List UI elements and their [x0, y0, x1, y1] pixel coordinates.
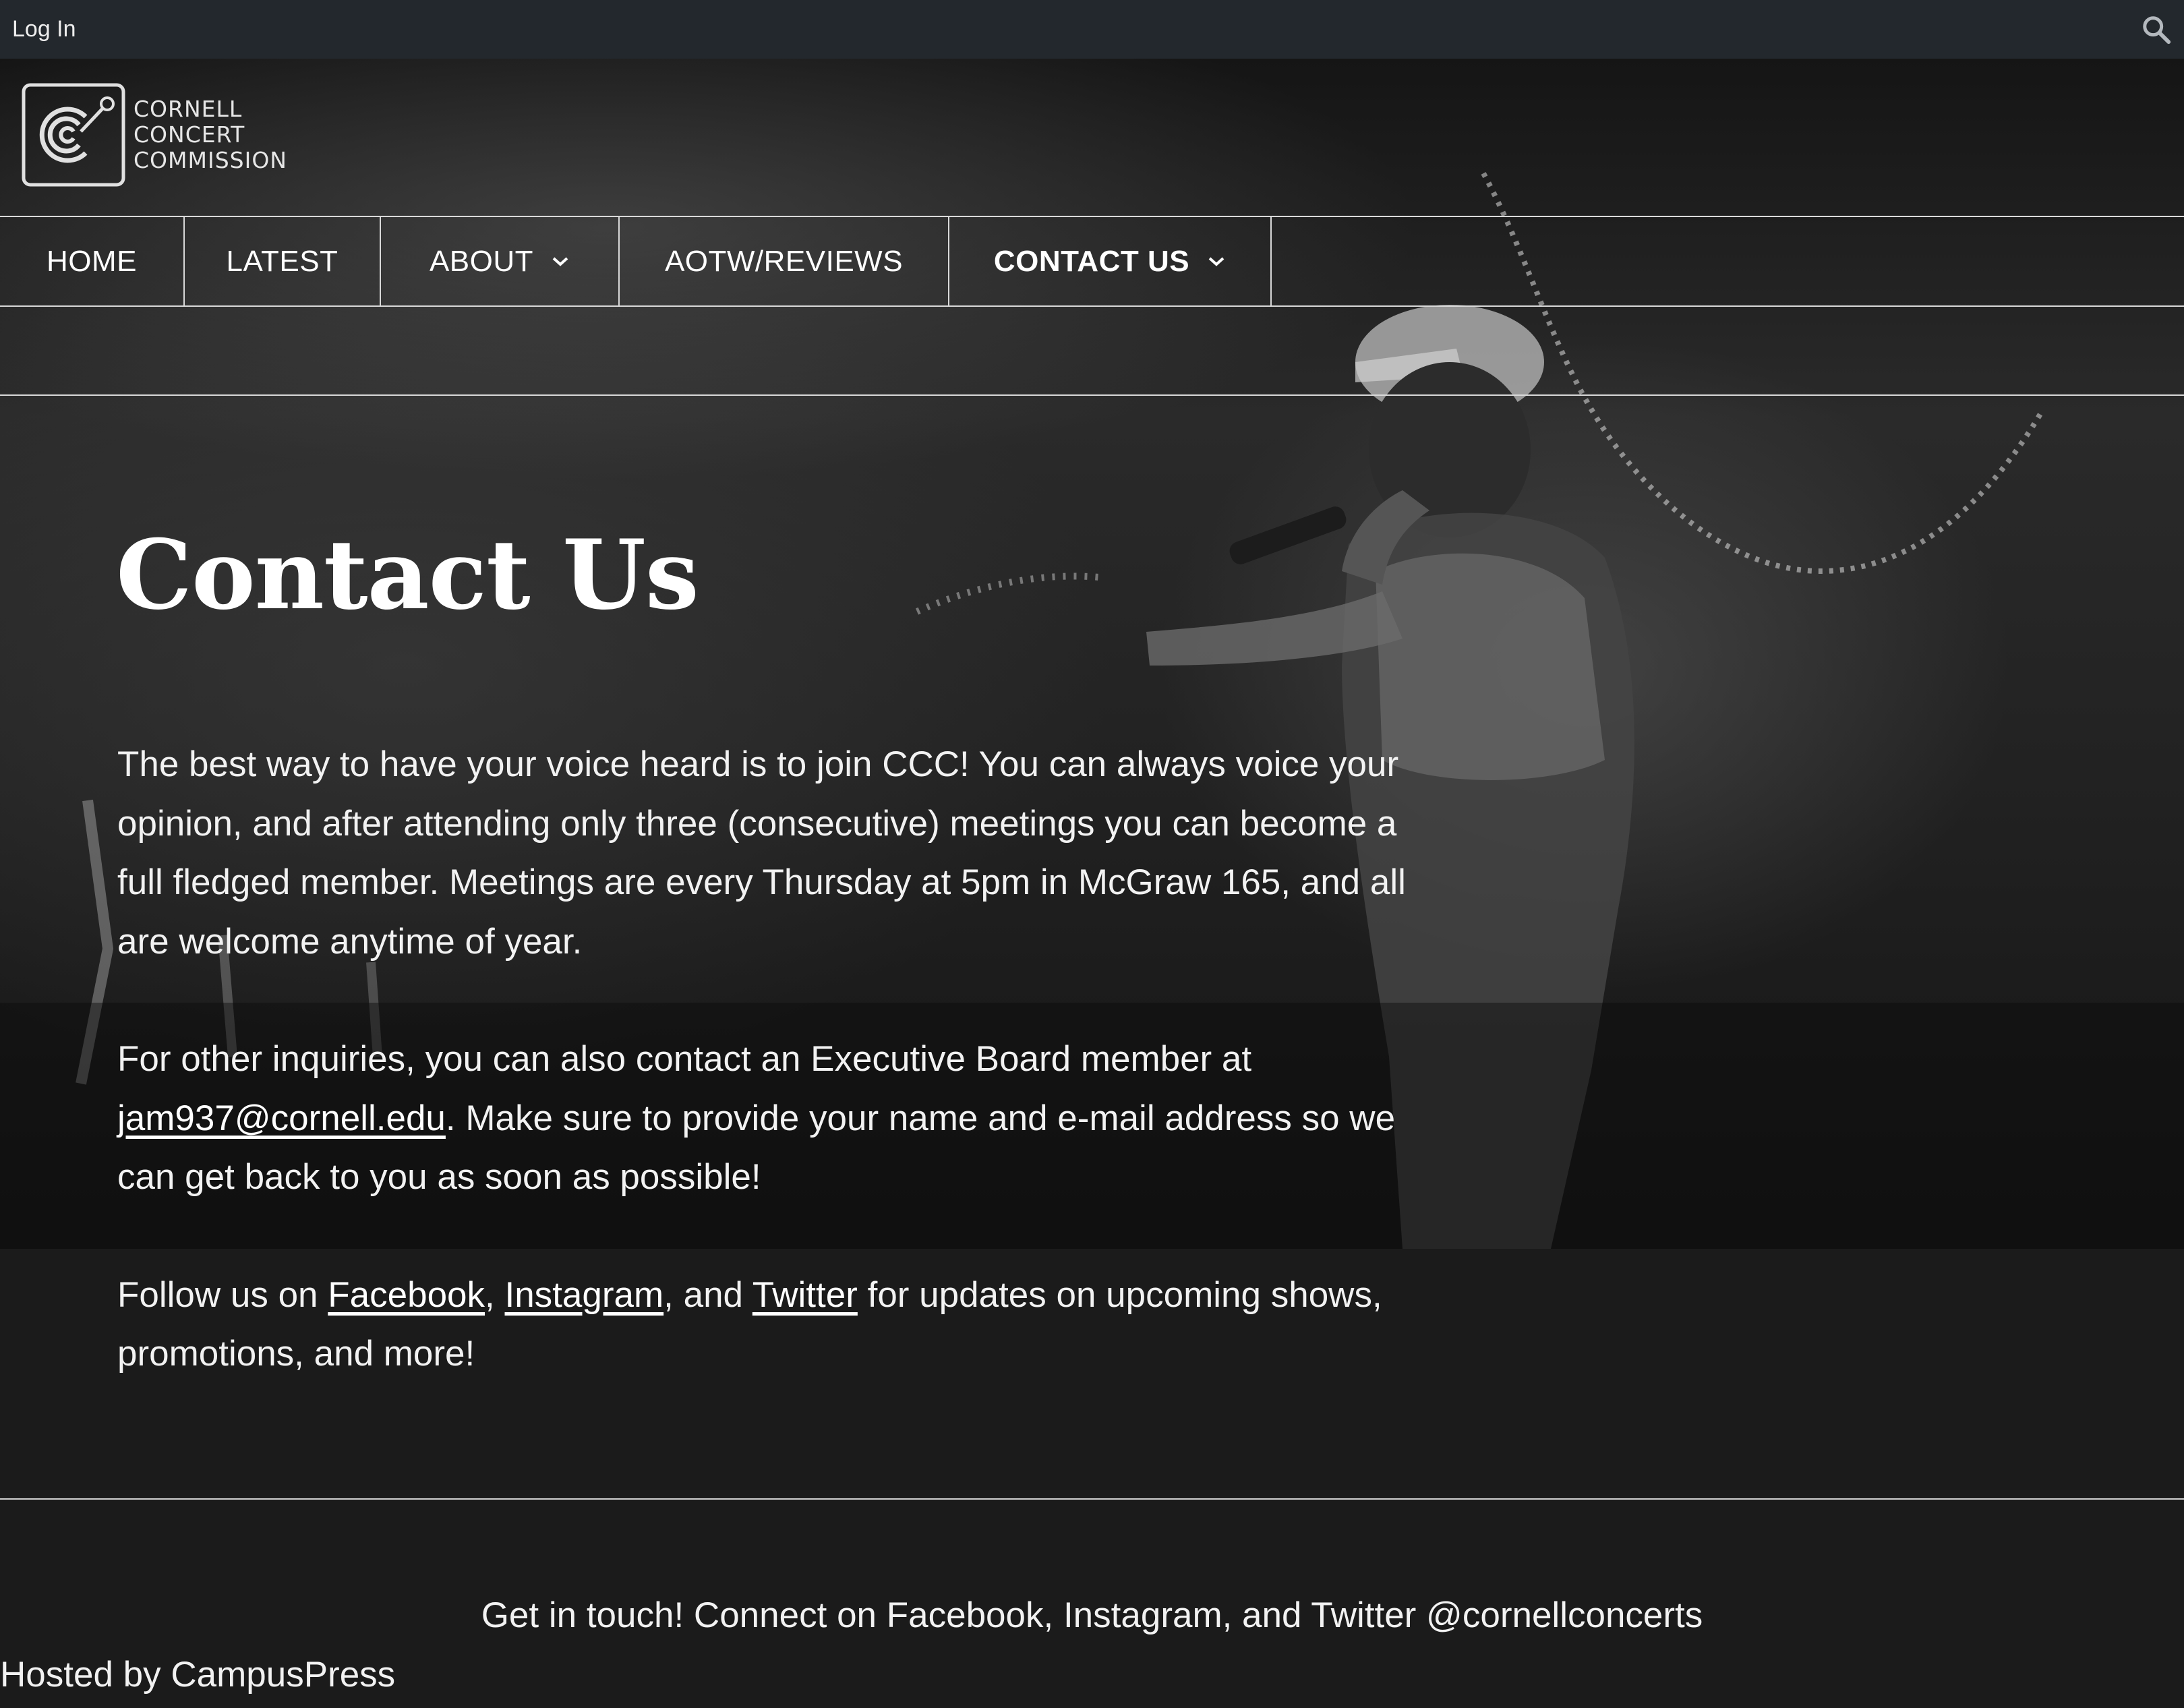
logo-wordmark: CORNELL CONCERT COMMISSION	[134, 96, 287, 173]
nav-item-about[interactable]: ABOUT	[381, 217, 620, 305]
chevron-down-icon[interactable]	[551, 255, 570, 268]
paragraph-inquiries: For other inquiries, you can also contac…	[117, 1030, 1439, 1207]
nav-item-label: AOTW/REVIEWS	[664, 244, 904, 278]
instagram-link[interactable]: Instagram	[504, 1275, 663, 1315]
logo-line-1: CORNELL	[134, 96, 243, 122]
header-divider	[0, 394, 2184, 396]
logo-line-2: CONCERT	[134, 121, 245, 148]
facebook-link[interactable]: Facebook	[328, 1275, 485, 1315]
nav-item-aotw-reviews[interactable]: AOTW/REVIEWS	[620, 217, 949, 305]
nav-item-label: HOME	[47, 244, 137, 278]
search-icon[interactable]	[2141, 14, 2172, 45]
paragraph-join: The best way to have your voice heard is…	[117, 744, 1406, 962]
page-title: Contact Us	[116, 519, 699, 631]
follow-text: Follow us on	[117, 1274, 328, 1315]
nav-item-latest[interactable]: LATEST	[185, 217, 381, 305]
nav-item-label: CONTACT US	[993, 244, 1190, 278]
footer-tagline: Get in touch! Connect on Facebook, Insta…	[481, 1595, 1703, 1635]
primary-navigation: HOME LATEST ABOUT AOTW/REVIEWS CONTACT U…	[0, 216, 2184, 307]
admin-bar: Log In	[0, 0, 2184, 59]
follow-separator: ,	[485, 1274, 505, 1315]
nav-item-home[interactable]: HOME	[0, 217, 185, 305]
paragraph-follow: Follow us on Facebook, Instagram, and Tw…	[117, 1266, 1439, 1384]
page-content: The best way to have your voice heard is…	[117, 735, 1439, 1442]
nav-item-label: LATEST	[226, 244, 338, 278]
login-link[interactable]: Log In	[12, 16, 76, 42]
footer-divider	[0, 1498, 2184, 1500]
logo-icon	[22, 83, 125, 187]
chevron-down-icon[interactable]	[1207, 255, 1226, 268]
site-logo[interactable]: CORNELL CONCERT COMMISSION	[22, 83, 287, 187]
twitter-link[interactable]: Twitter	[752, 1275, 858, 1315]
nav-item-contact-us[interactable]: CONTACT US	[949, 217, 1272, 305]
logo-line-3: COMMISSION	[134, 147, 287, 173]
follow-separator: , and	[663, 1274, 752, 1315]
inquiries-text: For other inquiries, you can also contac…	[117, 1039, 1252, 1079]
email-link[interactable]: jam937@cornell.edu	[117, 1098, 446, 1138]
nav-item-label: ABOUT	[429, 244, 534, 278]
hosted-by-credit: Hosted by CampusPress	[0, 1655, 396, 1695]
